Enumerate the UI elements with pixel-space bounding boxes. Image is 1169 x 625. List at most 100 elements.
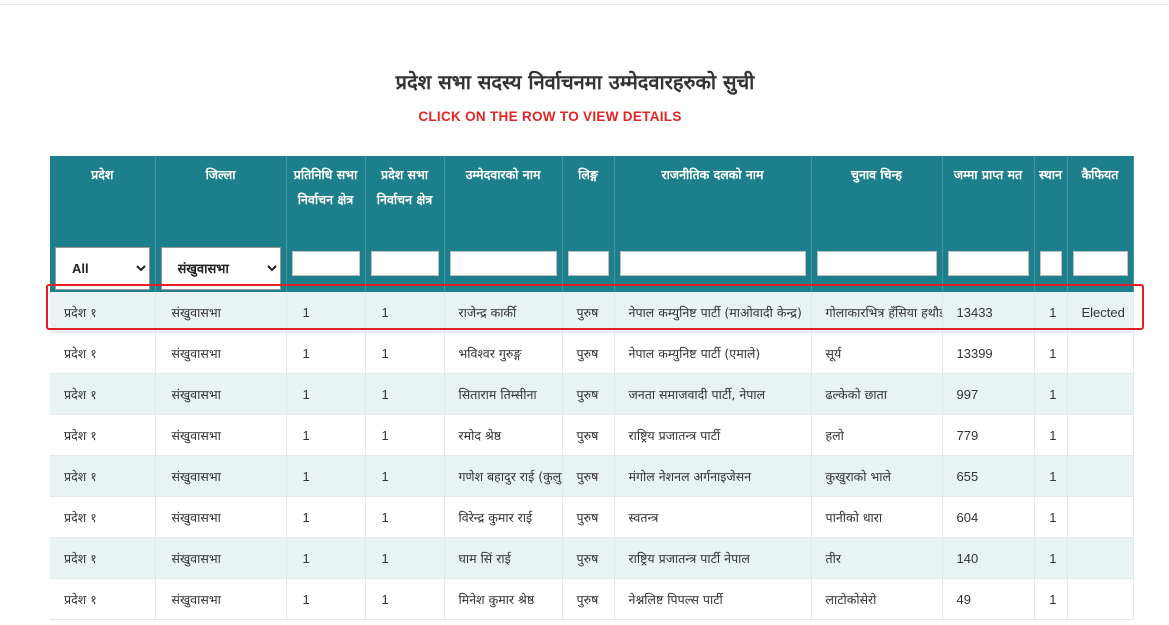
candidate-name-filter-input[interactable] bbox=[449, 250, 557, 276]
cell-pa: 1 bbox=[365, 292, 445, 333]
cell-name: राजेन्द्र कार्की bbox=[444, 292, 563, 333]
header-hor-constituency[interactable]: प्रतिनिधि सभा निर्वाचन क्षेत्र bbox=[286, 156, 366, 238]
cell-votes: 997 bbox=[942, 373, 1035, 415]
cell-province: प्रदेश १ bbox=[50, 414, 156, 456]
cell-gender: पुरुष bbox=[562, 578, 615, 620]
province-filter-select[interactable]: All bbox=[55, 246, 150, 290]
cell-symbol: तीर bbox=[811, 537, 943, 579]
cell-hor: 1 bbox=[286, 537, 366, 579]
cell-name: मिनेश कुमार श्रेष्ठ bbox=[444, 578, 563, 620]
cell-hor: 1 bbox=[286, 496, 366, 538]
cell-gender: पुरुष bbox=[562, 455, 615, 497]
hor-constituency-filter-input[interactable] bbox=[291, 250, 360, 276]
cell-district: संखुवासभा bbox=[155, 496, 287, 538]
header-remarks[interactable]: कैफियत bbox=[1067, 156, 1134, 238]
header-gender[interactable]: लिङ्ग bbox=[562, 156, 615, 238]
filter-name-cell bbox=[444, 238, 563, 292]
cell-province: प्रदेश १ bbox=[50, 578, 156, 620]
cell-party: नेश्नलिष्ट पिपल्स पार्टी bbox=[614, 578, 812, 620]
page-title: प्रदेश सभा सदस्य निर्वाचनमा उम्मेदवारहरु… bbox=[395, 70, 755, 94]
cell-party: राष्ट्रिय प्रजातन्त्र पार्टी bbox=[614, 414, 812, 456]
cell-hor: 1 bbox=[286, 455, 366, 497]
header-pa-constituency[interactable]: प्रदेश सभा निर्वाचन क्षेत्र bbox=[365, 156, 445, 238]
filter-party-cell bbox=[614, 238, 812, 292]
cell-party: राष्ट्रिय प्रजातन्त्र पार्टी नेपाल bbox=[614, 537, 812, 579]
cell-district: संखुवासभा bbox=[155, 292, 287, 333]
pa-constituency-filter-input[interactable] bbox=[370, 250, 439, 276]
cell-pa: 1 bbox=[365, 578, 445, 620]
cell-votes: 13399 bbox=[942, 332, 1035, 374]
votes-filter-input[interactable] bbox=[947, 250, 1029, 276]
filter-district-cell: संखुवासभा bbox=[155, 238, 287, 292]
filter-gender-cell bbox=[562, 238, 615, 292]
cell-remark bbox=[1067, 373, 1134, 415]
table-row[interactable]: प्रदेश १ संखुवासभा 1 1 राजेन्द्र कार्की पुरुष… bbox=[50, 292, 1134, 333]
table-row[interactable]: प्रदेश १ संखुवासभा 1 1 भविश्वर गुरुङ्ग पुरुष न… bbox=[50, 332, 1134, 374]
cell-votes: 779 bbox=[942, 414, 1035, 456]
remarks-filter-input[interactable] bbox=[1072, 250, 1128, 276]
filter-symbol-cell bbox=[811, 238, 943, 292]
filter-remarks-cell bbox=[1067, 238, 1134, 292]
cell-party: जनता समाजवादी पार्टी, नेपाल bbox=[614, 373, 812, 415]
cell-gender: पुरुष bbox=[562, 414, 615, 456]
candidate-table-container: प्रदेश जिल्ला प्रतिनिधि सभा निर्वाचन क्ष… bbox=[50, 156, 1150, 625]
cell-rank: 1 bbox=[1034, 496, 1068, 538]
cell-remark bbox=[1067, 332, 1134, 374]
cell-rank: 1 bbox=[1034, 292, 1068, 333]
cell-district: संखुवासभा bbox=[155, 332, 287, 374]
symbol-filter-input[interactable] bbox=[816, 250, 937, 276]
cell-name: घाम सिं राई bbox=[444, 537, 563, 579]
cell-symbol: लाटोकोसेरो bbox=[811, 578, 943, 620]
table-row[interactable]: प्रदेश १ संखुवासभा 1 1 रमोद श्रेष्ठ पुरुष राष्… bbox=[50, 414, 1134, 456]
cell-province: प्रदेश १ bbox=[50, 292, 156, 333]
filter-votes-cell bbox=[942, 238, 1035, 292]
header-party-name[interactable]: राजनीतिक दलको नाम bbox=[614, 156, 812, 238]
cell-province: प्रदेश १ bbox=[50, 496, 156, 538]
header-rank[interactable]: स्थान bbox=[1034, 156, 1068, 238]
cell-gender: पुरुष bbox=[562, 292, 615, 333]
cell-votes: 49 bbox=[942, 578, 1035, 620]
cell-rank: 1 bbox=[1034, 373, 1068, 415]
cell-province: प्रदेश १ bbox=[50, 537, 156, 579]
cell-name: विरेन्द्र कुमार राई bbox=[444, 496, 563, 538]
cell-symbol: गोलाकारभित्र हँसिया हथौडा bbox=[811, 292, 943, 333]
rank-filter-input[interactable] bbox=[1039, 250, 1062, 276]
table-row[interactable]: प्रदेश १ संखुवासभा 1 1 सिताराम तिम्सीना पुरुष… bbox=[50, 373, 1134, 415]
cell-remark bbox=[1067, 496, 1134, 538]
cell-name: सिताराम तिम्सीना bbox=[444, 373, 563, 415]
cell-party: मंगोल नेशनल अर्गनाइजेसन bbox=[614, 455, 812, 497]
cell-pa: 1 bbox=[365, 373, 445, 415]
cell-remark bbox=[1067, 578, 1134, 620]
header-total-votes[interactable]: जम्मा प्राप्त मत bbox=[942, 156, 1035, 238]
cell-votes: 655 bbox=[942, 455, 1035, 497]
cell-pa: 1 bbox=[365, 414, 445, 456]
cell-name: गणेश बहादुर राई (कुलुङ) bbox=[444, 455, 563, 497]
table-row[interactable]: प्रदेश १ संखुवासभा 1 1 घाम सिं राई पुरुष राष्ट… bbox=[50, 537, 1134, 579]
cell-hor: 1 bbox=[286, 292, 366, 333]
cell-symbol: ढल्केको छाता bbox=[811, 373, 943, 415]
cell-pa: 1 bbox=[365, 537, 445, 579]
gender-filter-input[interactable] bbox=[567, 250, 609, 276]
header-district[interactable]: जिल्ला bbox=[155, 156, 287, 238]
district-filter-select[interactable]: संखुवासभा bbox=[160, 246, 281, 290]
table-row[interactable]: प्रदेश १ संखुवासभा 1 1 विरेन्द्र कुमार राई पु… bbox=[50, 496, 1134, 538]
cell-symbol: पानीको धारा bbox=[811, 496, 943, 538]
cell-pa: 1 bbox=[365, 332, 445, 374]
cell-province: प्रदेश १ bbox=[50, 373, 156, 415]
top-divider bbox=[0, 4, 1169, 5]
table-row[interactable]: प्रदेश १ संखुवासभा 1 1 गणेश बहादुर राई (कुलु… bbox=[50, 455, 1134, 497]
candidate-rows: प्रदेश १ संखुवासभा 1 1 राजेन्द्र कार्की पुरुष… bbox=[50, 292, 1134, 620]
table-row[interactable]: प्रदेश १ संखुवासभा 1 1 मिनेश कुमार श्रेष्ठ पु… bbox=[50, 578, 1134, 620]
cell-rank: 1 bbox=[1034, 578, 1068, 620]
cell-gender: पुरुष bbox=[562, 496, 615, 538]
cell-symbol: सूर्य bbox=[811, 332, 943, 374]
cell-party: नेपाल कम्युनिष्ट पार्टी (एमाले) bbox=[614, 332, 812, 374]
cell-pa: 1 bbox=[365, 496, 445, 538]
cell-name: रमोद श्रेष्ठ bbox=[444, 414, 563, 456]
cell-remark: Elected bbox=[1067, 292, 1134, 333]
party-filter-input[interactable] bbox=[619, 250, 806, 276]
header-candidate-name[interactable]: उम्मेदवारको नाम bbox=[444, 156, 563, 238]
header-election-symbol[interactable]: चुनाव चिन्ह bbox=[811, 156, 943, 238]
header-province[interactable]: प्रदेश bbox=[50, 156, 156, 238]
cell-district: संखुवासभा bbox=[155, 578, 287, 620]
